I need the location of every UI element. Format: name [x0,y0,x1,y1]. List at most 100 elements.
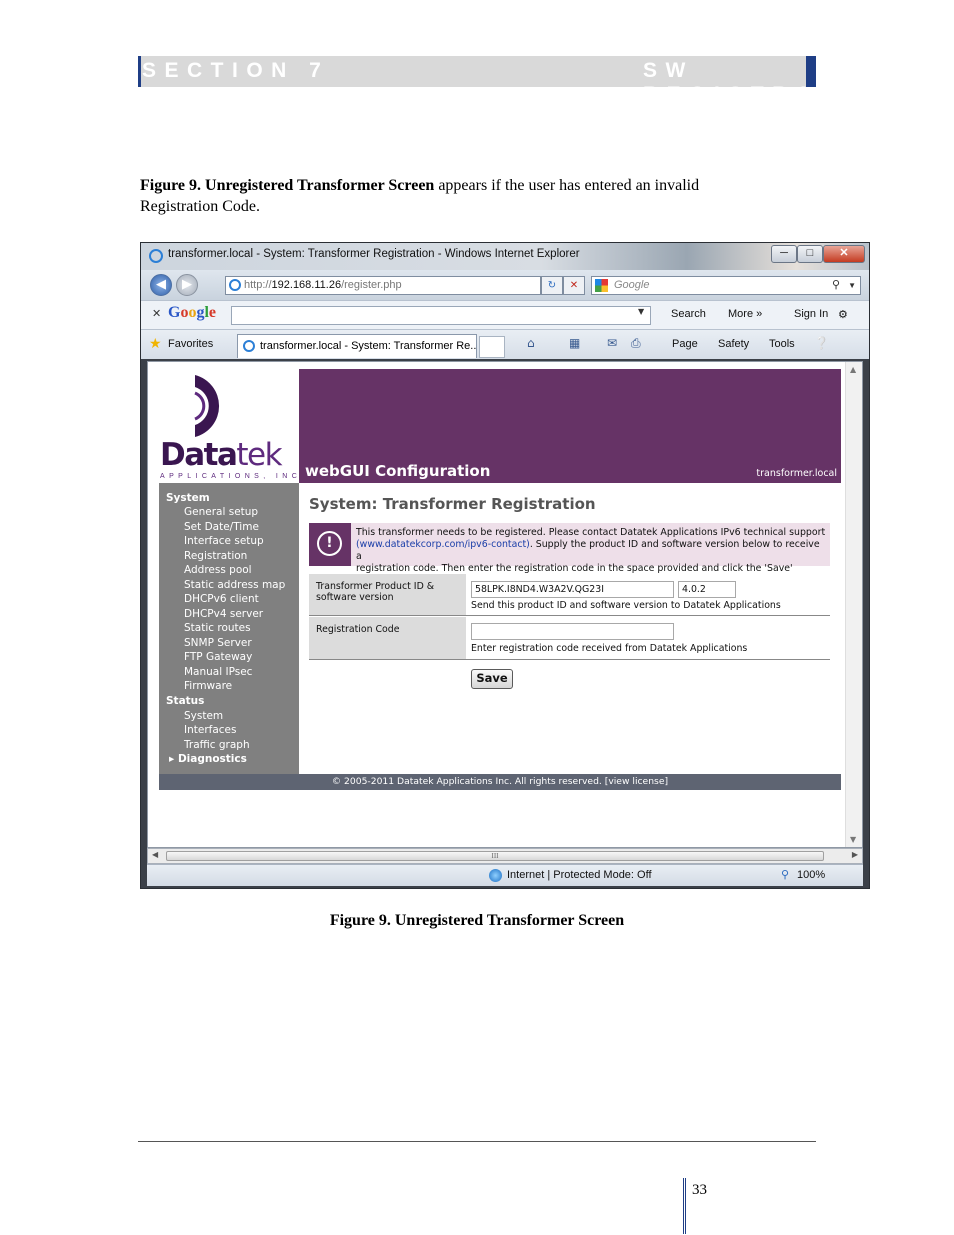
status-bar: Internet | Protected Mode: Off ⚲ 100% [147,864,863,886]
nav-group-system: System [166,492,210,504]
section-title: SW REGISTRATION [643,59,903,106]
tools-menu[interactable]: Tools [769,338,795,350]
url-host: 192.168.11.26 [271,279,342,291]
google-search-button[interactable]: Search [671,308,706,320]
sidebar-item-snmp-server[interactable]: SNMP Server [184,637,252,649]
star-icon[interactable]: ★ [149,336,162,352]
search-input[interactable]: Google ⚲ ▼ [591,276,861,295]
section-header-left-bar [138,56,141,87]
sidebar-item-static-routes[interactable]: Static routes [184,622,251,634]
sidebar-item-interfaces[interactable]: Interfaces [184,724,236,736]
section-header: SECTION 7 SW REGISTRATION [138,56,894,106]
support-link[interactable]: (www.datatekcorp.com/ipv6-contact) [356,539,530,550]
sidebar-item-dhcpv4-server[interactable]: DHCPv4 server [184,608,263,620]
logo-word-bold: Data [160,437,238,473]
home-icon[interactable]: ⌂ [527,336,535,350]
favorites-button[interactable]: Favorites [168,338,213,350]
section-header-right-bar [806,56,816,87]
intro-figure-ref: Figure 9. Unregistered Transformer Scree… [140,177,435,194]
scroll-left-icon[interactable]: ◀ [152,850,158,859]
sidebar-item-dhcpv6-client[interactable]: DHCPv6 client [184,593,259,605]
favorites-bar: ★ Favorites transformer.local - System: … [141,329,869,359]
exclamation-icon: ! [317,531,342,556]
feed-icon[interactable]: ▦ [569,336,580,350]
sidebar-item-manual-ipsec[interactable]: Manual IPsec [184,666,252,678]
page-viewport: Datatek APPLICATIONS, INC webGUI Configu… [147,361,863,848]
product-id-row: Transformer Product ID & software version… [309,574,830,616]
safety-menu[interactable]: Safety [718,338,749,350]
page-title: System: Transformer Registration [309,495,596,513]
sidebar-item-static-address-map[interactable]: Static address map [184,579,285,591]
horizontal-scrollbar[interactable]: ◀ III ▶ [147,848,863,864]
sidebar-nav: System General setup Set Date/Time Inter… [159,483,299,774]
tab-label: transformer.local - System: Transformer … [260,340,477,352]
intro-paragraph: Figure 9. Unregistered Transformer Scree… [140,175,780,217]
save-button[interactable]: Save [471,669,513,689]
print-icon[interactable]: ⎙ [631,336,641,351]
chevron-down-icon[interactable]: ▼ [638,307,644,316]
sign-in-button[interactable]: Sign In [794,308,828,320]
logo-arc-icon [194,375,220,437]
page-menu[interactable]: Page [672,338,698,350]
registration-code-label: Registration Code [309,617,466,659]
globe-icon [489,869,502,882]
maximize-button[interactable]: □ [797,245,823,263]
minimize-button[interactable]: ─ [771,245,797,263]
sidebar-item-ftp-gateway[interactable]: FTP Gateway [184,651,252,663]
forward-button[interactable]: ▶ [176,274,198,296]
product-id-field[interactable]: 58LPK.I8ND4.W3A2V.QG23I [471,581,674,598]
product-id-label-line-1: Transformer Product ID & [316,581,435,592]
banner-title: webGUI Configuration [305,462,491,480]
sidebar-item-set-date-time[interactable]: Set Date/Time [184,521,259,533]
logo-word-light: tek [236,437,282,473]
webgui-page: Datatek APPLICATIONS, INC webGUI Configu… [159,369,841,795]
software-version-field[interactable]: 4.0.2 [678,581,736,598]
section-number: SECTION 7 [142,59,330,82]
new-tab-button[interactable] [479,336,505,358]
sidebar-item-status-system[interactable]: System [184,710,223,722]
sidebar-item-general-setup[interactable]: General setup [184,506,258,518]
stop-button[interactable]: ✕ [563,276,585,295]
mail-icon[interactable]: ✉ [607,336,617,350]
zoom-icon[interactable]: ⚲ [781,868,789,881]
triangle-right-icon: ▸ [169,753,178,765]
zoom-level[interactable]: 100% [797,869,825,881]
refresh-button[interactable]: ↻ [541,276,563,295]
sidebar-item-address-pool[interactable]: Address pool [184,564,252,576]
diagnostics-label: Diagnostics [177,753,247,765]
security-zone[interactable]: Internet | Protected Mode: Off [507,869,652,881]
scroll-up-icon[interactable]: ▲ [850,365,856,374]
figure-caption: Figure 9. Unregistered Transformer Scree… [329,912,625,929]
browser-tab[interactable]: transformer.local - System: Transformer … [237,334,477,358]
more-button[interactable]: More » [728,308,762,320]
product-id-hint: Send this product ID and software versio… [471,600,781,611]
google-logo: Google [168,304,217,321]
chevron-down-icon[interactable]: ▼ [848,277,856,294]
url-input[interactable]: http://192.168.11.26/register.php [225,276,541,295]
sidebar-item-firmware[interactable]: Firmware [184,680,232,692]
sidebar-item-interface-setup[interactable]: Interface setup [184,535,264,547]
vertical-scrollbar[interactable]: ▲ ▼ [845,362,862,847]
nav-group-status: Status [166,695,205,707]
main-content: System: Transformer Registration ! This … [299,483,841,774]
registration-code-field[interactable] [471,623,674,640]
search-icon[interactable]: ⚲ [832,277,840,294]
back-button[interactable]: ◀ [150,274,172,296]
close-toolbar-icon[interactable]: ✕ [152,307,161,320]
scroll-right-icon[interactable]: ▶ [852,850,858,859]
registration-code-row: Registration Code Enter registration cod… [309,617,830,660]
sidebar-item-traffic-graph[interactable]: Traffic graph [184,739,250,751]
scroll-down-icon[interactable]: ▼ [850,835,856,844]
close-button[interactable]: ✕ [823,245,865,263]
wrench-icon[interactable]: ⚙ [838,308,848,321]
ie-logo-icon [149,249,163,263]
search-placeholder: Google [614,279,650,291]
alert-line-1: This transformer needs to be registered.… [356,527,826,538]
url-path: /register.php [341,279,402,291]
datatek-logo: Datatek APPLICATIONS, INC [159,369,299,483]
sidebar-item-registration[interactable]: Registration [184,550,247,562]
google-search-input[interactable] [231,306,651,325]
sidebar-item-diagnostics[interactable]: ▸ Diagnostics [169,753,247,765]
help-icon[interactable]: ❔ [814,336,829,350]
scroll-thumb[interactable]: III [166,851,824,861]
